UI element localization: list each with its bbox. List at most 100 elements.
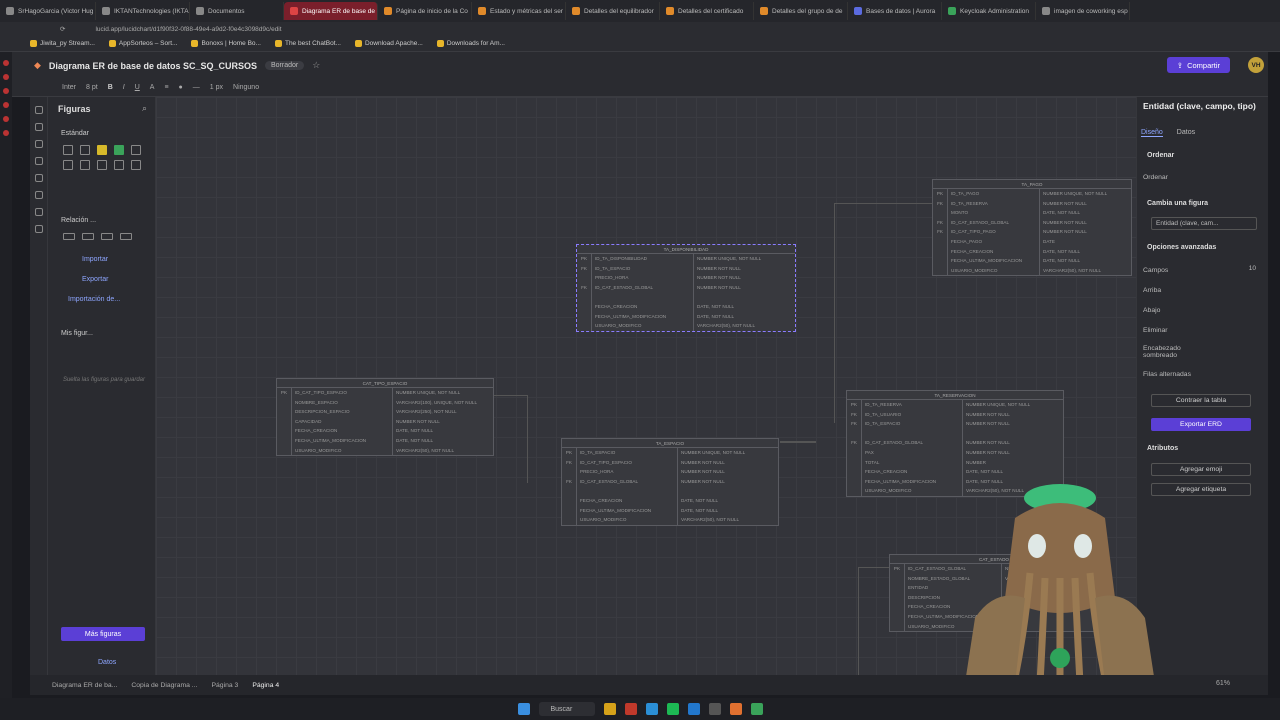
- export-link[interactable]: Exportar: [82, 276, 108, 283]
- import-link[interactable]: Importar: [82, 256, 108, 263]
- tab-design[interactable]: Diseño: [1141, 129, 1163, 137]
- table-shape-icon[interactable]: [63, 160, 73, 170]
- browser-tab[interactable]: Detalles del equilibrador: [566, 2, 660, 20]
- entity-row[interactable]: FECHA_ULTIMA_MODIFICACION DATE, NOT NULL: [277, 435, 493, 446]
- layers-icon[interactable]: [34, 140, 43, 148]
- entity-row[interactable]: PRECIO_HORA NUMBER NOT NULL: [577, 273, 795, 283]
- change-shape-section[interactable]: Cambia una figura: [1147, 200, 1208, 207]
- entity-row[interactable]: PRECIO_HORA NUMBER NOT NULL: [562, 467, 778, 477]
- entity-row[interactable]: PK ID_TA_ESPACIO NUMBER UNIQUE, NOT NULL: [562, 448, 778, 458]
- browser-tab[interactable]: Página de inicio de la Co: [378, 2, 472, 20]
- more-shapes-button[interactable]: Más figuras: [61, 627, 145, 641]
- add-emoji-button[interactable]: Agregar emoji: [1151, 463, 1251, 476]
- font-size-select[interactable]: 8 pt: [86, 84, 98, 91]
- lucid-menu-icon[interactable]: ◆: [34, 60, 41, 71]
- section-standard[interactable]: Estándar: [61, 130, 89, 137]
- align-icon[interactable]: ≡: [164, 84, 168, 91]
- up-label[interactable]: Arriba: [1143, 287, 1161, 294]
- entity-row[interactable]: FK ID_TA_ESPACIO NUMBER NOT NULL: [577, 263, 795, 274]
- entity-row[interactable]: FECHA_ULTIMA_MODIFICACION DATE, NOT NULL: [562, 505, 778, 516]
- avatar[interactable]: VH: [1248, 57, 1264, 73]
- browser-tab[interactable]: Documentos: [190, 2, 284, 20]
- erd-entity[interactable]: TA_DISPONIBILIDAD PK ID_TA_DISPONIBILIDAD N…: [576, 244, 796, 332]
- browser-tab[interactable]: Diagrama ER de base de: [284, 2, 378, 20]
- entity-row[interactable]: FECHA_CREACION DATE, NOT NULL: [577, 301, 795, 312]
- entity-title[interactable]: TA_PAGO: [933, 180, 1131, 189]
- text-shape-icon[interactable]: [63, 145, 73, 155]
- font-select[interactable]: Inter: [62, 84, 76, 91]
- star-icon[interactable]: ☆: [312, 60, 320, 71]
- underline-button[interactable]: U: [135, 84, 140, 91]
- entity-row[interactable]: FK ID_CAT_TIPO_PAGO NUMBER NOT NULL: [933, 227, 1131, 237]
- entity-row[interactable]: TOTAL NUMBER: [847, 457, 1063, 468]
- data-link[interactable]: Datos: [98, 659, 116, 666]
- section-relation[interactable]: Relación ...: [61, 217, 96, 224]
- entity4-shape-icon[interactable]: [120, 233, 132, 240]
- entity3-shape-icon[interactable]: [101, 233, 113, 240]
- entity-row[interactable]: FK ID_CAT_ESTADO_GLOBAL NUMBER NOT NULL: [577, 282, 795, 293]
- plugins-icon[interactable]: [34, 225, 43, 233]
- tab-data[interactable]: Datos: [1177, 129, 1195, 137]
- connector-line[interactable]: [780, 441, 816, 443]
- entity-title[interactable]: TA_DISPONIBILIDAD: [577, 245, 795, 254]
- bookmark-item[interactable]: The best ChatBot...: [274, 40, 341, 47]
- entity-row[interactable]: FK ID_CAT_ESTADO_GLOBAL NUMBER NOT NULL: [933, 217, 1131, 228]
- history-icon[interactable]: [34, 208, 43, 216]
- italic-button[interactable]: I: [123, 84, 125, 91]
- entity-row[interactable]: DESCRIPCION_ESPACIO VARCHAR2(250), NOT NU…: [277, 407, 493, 417]
- chrome-icon[interactable]: [624, 703, 637, 715]
- entity-title[interactable]: TA_RESERVACION: [847, 391, 1063, 400]
- entity-row[interactable]: PAX NUMBER NOT NULL: [847, 447, 1063, 458]
- address-bar[interactable]: ⟳ lucid.app/lucidchart/d1f90f32-0f88-49e…: [0, 22, 1280, 36]
- edge-icon[interactable]: [645, 703, 658, 715]
- note-shape-icon[interactable]: [97, 145, 107, 155]
- entity-row[interactable]: FECHA_CREACION DATE, NOT NULL: [562, 495, 778, 506]
- browser-tab[interactable]: Bases de datos | Aurora: [848, 2, 942, 20]
- text-color-icon[interactable]: A: [150, 84, 155, 91]
- zoom-level[interactable]: 61%: [1216, 680, 1230, 687]
- browser-tab[interactable]: Estado y métricas del ser: [472, 2, 566, 20]
- line-style-select[interactable]: Ninguno: [233, 84, 259, 91]
- collapse-table-button[interactable]: Contraer la tabla: [1151, 394, 1251, 407]
- page-tab[interactable]: Página 4: [252, 682, 279, 689]
- entity-row[interactable]: USUARIO_MODIFICO VARCHAR2(50), NOT NULL: [277, 445, 493, 456]
- entity2-shape-icon[interactable]: [82, 233, 94, 240]
- browser-tab[interactable]: imagen de coworking esp: [1036, 2, 1130, 20]
- entity-row[interactable]: FECHA_ULTIMA_MODIFICACION DATE, NOT NULL: [577, 311, 795, 322]
- entity-row[interactable]: FECHA_CREACION DATE, NOT NULL: [277, 426, 493, 436]
- down-label[interactable]: Abajo: [1143, 307, 1160, 314]
- entity-title[interactable]: CAT_TIPO_ESPACIO: [277, 379, 493, 388]
- entity-row[interactable]: USUARIO_MODIFICO VARCHAR2(50), NOT NULL: [562, 515, 778, 525]
- plus-shape-icon[interactable]: [114, 145, 124, 155]
- templates-icon[interactable]: [34, 157, 43, 165]
- url-text[interactable]: lucid.app/lucidchart/d1f90f32-0f88-49e4-…: [95, 26, 281, 33]
- entity-row[interactable]: FK ID_CAT_ESTADO_GLOBAL NUMBER NOT NULL: [562, 476, 778, 487]
- page-tab[interactable]: Página 3: [211, 682, 238, 689]
- attributes-section[interactable]: Atributos: [1147, 445, 1178, 452]
- entity-shape-icon[interactable]: [63, 233, 75, 240]
- comments-icon[interactable]: [34, 191, 43, 199]
- fields-stepper[interactable]: 10: [1249, 265, 1256, 272]
- entity-row[interactable]: FECHA_CREACION DATE, NOT NULL: [847, 467, 1063, 477]
- entity-row[interactable]: CAPACIDAD NUMBER NOT NULL: [277, 416, 493, 427]
- entity-row[interactable]: FK ID_TA_RESERVA NUMBER NOT NULL: [933, 198, 1131, 209]
- status-badge[interactable]: Borrador: [265, 61, 305, 70]
- rect-shape-icon[interactable]: [80, 145, 90, 155]
- entity-row[interactable]: FECHA_CREACION DATE, NOT NULL: [933, 246, 1131, 257]
- bold-button[interactable]: B: [108, 84, 113, 91]
- advanced-section[interactable]: Opciones avanzadas: [1147, 244, 1216, 251]
- line-icon[interactable]: —: [193, 84, 200, 91]
- entity-row[interactable]: [847, 428, 1063, 439]
- section-my-shapes[interactable]: Mis figur...: [61, 330, 93, 337]
- entity-row[interactable]: FK ID_TA_ESPACIO NUMBER NOT NULL: [847, 419, 1063, 429]
- entity-row[interactable]: [562, 486, 778, 496]
- erd-entity[interactable]: TA_ESPACIO PK ID_TA_ESPACIO NUMBER UNIQUE, …: [561, 438, 779, 526]
- browser-tab[interactable]: Keycloak Administration: [942, 2, 1036, 20]
- container-shape-icon[interactable]: [80, 160, 90, 170]
- browser-tab[interactable]: Detalles del grupo de de: [754, 2, 848, 20]
- frame-shape-icon[interactable]: [97, 160, 107, 170]
- browser-tab[interactable]: IKTANTechnologies (IKTA: [96, 2, 190, 20]
- erd-entity[interactable]: TA_PAGO PK ID_TA_PAGO NUMBER UNIQUE, NOT NU…: [932, 179, 1132, 277]
- erd-entity[interactable]: CAT_TIPO_ESPACIO PK ID_CAT_TIPO_ESPACIO NUM…: [276, 378, 494, 457]
- bookmark-item[interactable]: Bonoxs | Home Bo...: [191, 40, 261, 47]
